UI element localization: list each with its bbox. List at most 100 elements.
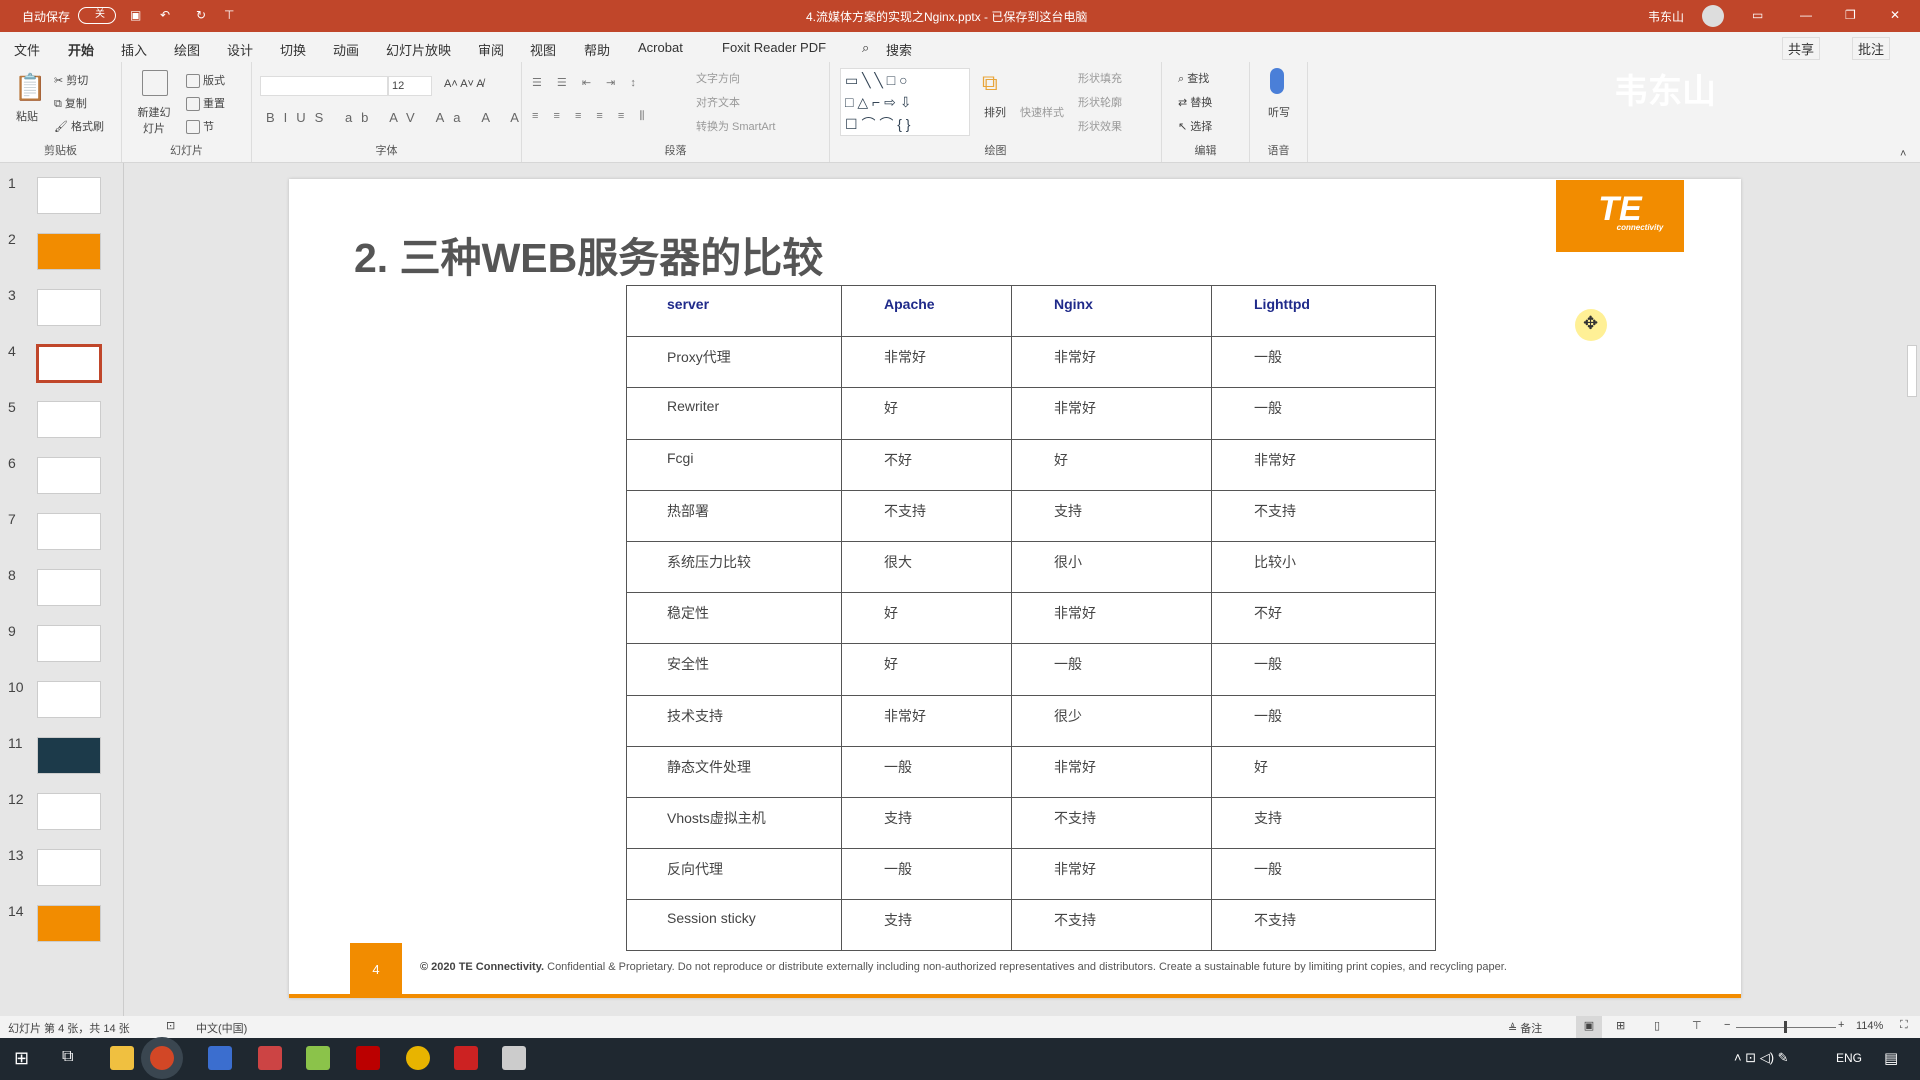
table-cell[interactable]: 支持: [841, 899, 1012, 952]
table-cell[interactable]: 一般: [1211, 848, 1436, 901]
table-header-cell[interactable]: Apache: [841, 284, 1012, 338]
search-icon[interactable]: ⌕: [862, 40, 869, 56]
accessibility-icon[interactable]: ⊡: [166, 1019, 175, 1032]
table-cell[interactable]: 好: [1011, 438, 1212, 491]
table-cell[interactable]: Session sticky: [626, 899, 842, 952]
tab-insert[interactable]: 插入: [121, 40, 147, 59]
table-cell[interactable]: 非常好: [1211, 438, 1436, 491]
autosave-toggle[interactable]: 关: [78, 7, 116, 24]
table-cell[interactable]: Vhosts虚拟主机: [626, 796, 842, 850]
notifications-icon[interactable]: ▤: [1884, 1049, 1898, 1067]
table-cell[interactable]: 技术支持: [626, 694, 842, 747]
tab-view[interactable]: 视图: [530, 40, 556, 59]
smartart-button[interactable]: 转换为 SmartArt: [696, 118, 775, 134]
share-button[interactable]: 共享: [1782, 37, 1821, 60]
ribbon-display-icon[interactable]: ▭: [1752, 8, 1763, 22]
section-button[interactable]: 节: [186, 118, 214, 135]
tab-review[interactable]: 审阅: [478, 40, 504, 59]
slide-title[interactable]: 2. 三种WEB服务器的比较: [354, 224, 823, 284]
task-view-icon[interactable]: ⧉: [62, 1048, 73, 1066]
slide-thumbnail[interactable]: [37, 289, 101, 326]
tab-slideshow[interactable]: 幻灯片放映: [386, 40, 451, 59]
table-cell[interactable]: 好: [841, 387, 1012, 440]
minimize-icon[interactable]: —: [1800, 8, 1812, 22]
table-cell[interactable]: 支持: [841, 796, 1012, 850]
tab-help[interactable]: 帮助: [584, 40, 610, 59]
tab-file[interactable]: 文件: [14, 40, 40, 59]
zoom-in-button[interactable]: +: [1838, 1019, 1844, 1031]
filezilla-icon[interactable]: [356, 1046, 380, 1070]
new-slide-icon[interactable]: [142, 70, 171, 96]
tab-design[interactable]: 设计: [227, 40, 253, 59]
table-cell[interactable]: 系统压力比较: [626, 540, 842, 594]
table-header-cell[interactable]: Lighttpd: [1211, 284, 1436, 338]
shape-outline-button[interactable]: 形状轮廓: [1078, 94, 1122, 110]
align-text-button[interactable]: 对齐文本: [696, 94, 740, 110]
cut-button[interactable]: ✂ 剪切: [54, 72, 88, 88]
table-cell[interactable]: Proxy代理: [626, 336, 842, 389]
table-cell[interactable]: Fcgi: [626, 438, 842, 491]
table-cell[interactable]: 非常好: [1011, 848, 1212, 901]
save-icon[interactable]: ▣: [130, 8, 141, 22]
collapse-ribbon-icon[interactable]: ˄: [1900, 148, 1906, 160]
tab-foxit[interactable]: Foxit Reader PDF: [722, 40, 826, 55]
undo-icon[interactable]: ↶: [160, 8, 170, 22]
table-cell[interactable]: 一般: [1211, 643, 1436, 696]
slide-thumbnail[interactable]: [37, 737, 101, 774]
table-cell[interactable]: 非常好: [1011, 745, 1212, 798]
copy-button[interactable]: ⧉ 复制: [54, 95, 87, 111]
redo-icon[interactable]: ↻: [196, 8, 206, 22]
table-cell[interactable]: 非常好: [1011, 336, 1212, 389]
zoom-level[interactable]: 114%: [1856, 1020, 1883, 1032]
table-cell[interactable]: 非常好: [1011, 592, 1212, 645]
table-cell[interactable]: 热部署: [626, 489, 842, 542]
windows-start-icon[interactable]: ⊞: [14, 1048, 29, 1069]
slide-thumbnail[interactable]: [37, 905, 101, 942]
table-cell[interactable]: 一般: [841, 848, 1012, 901]
slide-thumbnail[interactable]: [37, 793, 101, 830]
table-cell[interactable]: 非常好: [841, 336, 1012, 389]
restore-icon[interactable]: ❐: [1845, 8, 1856, 22]
shapes-gallery[interactable]: ▭ ╲ ╲ □ ○ □ △ ⌐ ⇨ ⇩ ☐ ⌒ ⌒ { }: [840, 68, 970, 136]
text-direction-button[interactable]: 文字方向: [696, 70, 740, 86]
table-cell[interactable]: 支持: [1211, 796, 1436, 850]
table-cell[interactable]: 好: [841, 643, 1012, 696]
select-button[interactable]: ↖ 选择: [1178, 118, 1212, 134]
chrome-icon[interactable]: [406, 1046, 430, 1070]
table-cell[interactable]: 非常好: [1011, 387, 1212, 440]
tab-acrobat[interactable]: Acrobat: [638, 40, 683, 55]
slide-thumbnail[interactable]: [36, 344, 102, 383]
search-box[interactable]: 搜索: [886, 40, 912, 59]
table-cell[interactable]: 稳定性: [626, 592, 842, 645]
app-icon-1[interactable]: [208, 1046, 232, 1070]
table-cell[interactable]: 很大: [841, 540, 1012, 594]
slide-thumbnail[interactable]: [37, 177, 101, 214]
comment-button[interactable]: 批注: [1852, 37, 1891, 60]
layout-button[interactable]: 版式: [186, 72, 225, 89]
avatar[interactable]: [1702, 5, 1724, 27]
table-cell[interactable]: 一般: [1011, 643, 1212, 696]
table-cell[interactable]: 不支持: [1211, 489, 1436, 542]
slide-thumbnail[interactable]: [37, 569, 101, 606]
table-header-cell[interactable]: Nginx: [1011, 284, 1212, 338]
slide-thumbnail[interactable]: [37, 625, 101, 662]
table-cell[interactable]: 安全性: [626, 643, 842, 696]
paste-icon[interactable]: 📋: [14, 72, 46, 103]
font-size-select[interactable]: 12: [388, 76, 432, 96]
table-header-cell[interactable]: server: [626, 284, 842, 338]
tab-transitions[interactable]: 切换: [280, 40, 306, 59]
arrange-button[interactable]: 排列: [984, 104, 1006, 120]
slide-thumbnail[interactable]: [37, 233, 101, 270]
table-cell[interactable]: 静态文件处理: [626, 745, 842, 798]
table-cell[interactable]: 一般: [1211, 387, 1436, 440]
table-cell[interactable]: 不支持: [841, 489, 1012, 542]
table-cell[interactable]: 不支持: [1011, 899, 1212, 952]
present-icon[interactable]: ⊤: [224, 8, 234, 22]
table-cell[interactable]: 好: [1211, 745, 1436, 798]
input-language[interactable]: ENG: [1836, 1051, 1862, 1065]
notepad-icon[interactable]: [306, 1046, 330, 1070]
table-cell[interactable]: Rewriter: [626, 387, 842, 440]
list-buttons[interactable]: ☰ ☰ ⇤ ⇥ ↕: [532, 76, 642, 89]
close-icon[interactable]: ✕: [1890, 8, 1900, 22]
vertical-scrollbar[interactable]: [1902, 163, 1920, 1016]
